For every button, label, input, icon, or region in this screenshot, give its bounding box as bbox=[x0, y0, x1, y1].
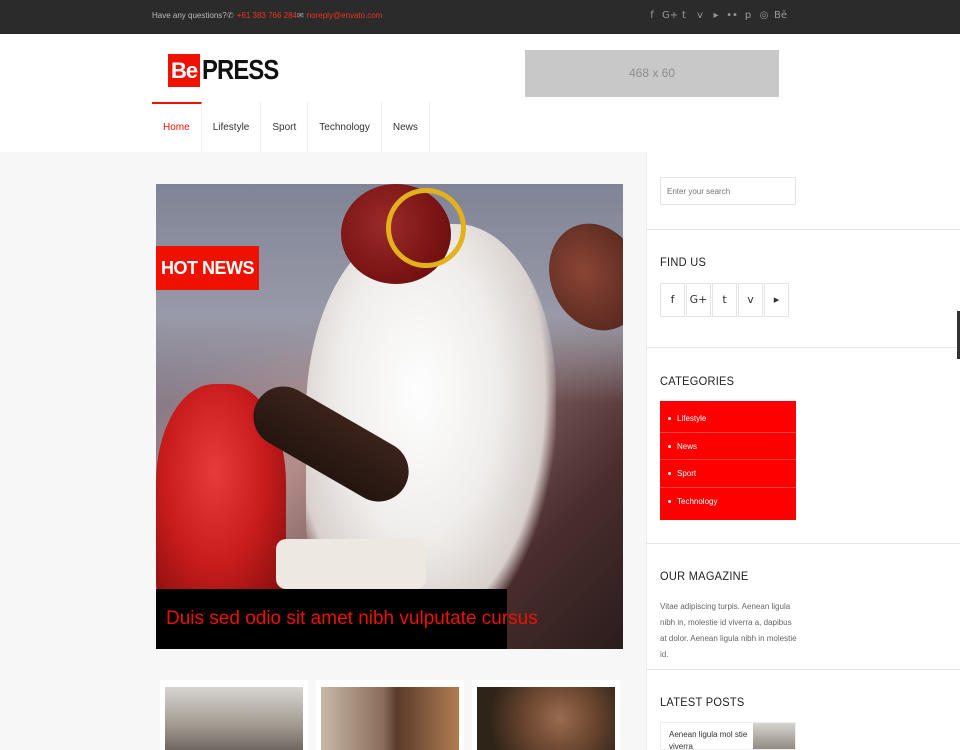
nav-item-home[interactable]: Home bbox=[152, 102, 202, 152]
ad-banner[interactable]: 468 x 60 bbox=[525, 50, 779, 97]
google-plus-icon[interactable]: G+ bbox=[662, 9, 678, 23]
google-plus-icon[interactable]: G+ bbox=[686, 283, 711, 317]
categories-title: CATEGORIES bbox=[660, 374, 735, 388]
mail-icon: ✉ bbox=[297, 11, 304, 20]
top-bar: Have any questions? ✆ +61 383 766 284 ✉ no… bbox=[0, 0, 960, 34]
youtube-icon[interactable]: ▸ bbox=[764, 283, 789, 317]
latest-post-thumbnail bbox=[753, 723, 795, 749]
facebook-icon[interactable]: f bbox=[660, 283, 685, 317]
categories-list: Lifestyle News Sport Technology bbox=[660, 401, 796, 520]
hero-facemask bbox=[386, 188, 466, 268]
bullet-icon bbox=[668, 472, 671, 476]
hero-headline[interactable]: Duis sed odio sit amet nibh vulputate cu… bbox=[156, 589, 538, 649]
flickr-icon[interactable]: •• bbox=[726, 9, 738, 23]
twitter-icon[interactable]: t bbox=[712, 283, 737, 317]
post-card[interactable] bbox=[472, 680, 620, 750]
youtube-icon[interactable]: ▸ bbox=[710, 9, 722, 23]
contact-question: Have any questions? bbox=[152, 11, 227, 20]
sidebar-divider bbox=[646, 347, 960, 348]
sidebar-divider bbox=[646, 229, 960, 230]
contact-phone[interactable]: ✆ +61 383 766 284 bbox=[227, 11, 297, 20]
phone-icon: ✆ bbox=[227, 11, 234, 20]
pinterest-icon[interactable]: p bbox=[742, 9, 754, 23]
search-input[interactable] bbox=[660, 177, 796, 205]
main-nav: Home Lifestyle Sport Technology News bbox=[152, 102, 430, 152]
post-card[interactable] bbox=[160, 680, 308, 750]
bullet-icon bbox=[668, 444, 671, 448]
category-item-lifestyle[interactable]: Lifestyle bbox=[660, 405, 796, 433]
instagram-icon[interactable]: ◎ bbox=[758, 9, 770, 23]
post-thumbnail[interactable] bbox=[165, 687, 303, 750]
logo-be: Be bbox=[168, 53, 201, 87]
bullet-icon bbox=[668, 499, 671, 503]
nav-item-technology[interactable]: Technology bbox=[308, 102, 382, 152]
sidebar-divider bbox=[646, 669, 960, 670]
post-card[interactable] bbox=[316, 680, 464, 750]
category-item-technology[interactable]: Technology bbox=[660, 488, 796, 516]
nav-item-sport[interactable]: Sport bbox=[261, 102, 309, 152]
nav-item-news[interactable]: News bbox=[382, 102, 430, 152]
category-item-sport[interactable]: Sport bbox=[660, 460, 796, 488]
twitter-icon[interactable]: t bbox=[678, 9, 690, 23]
magazine-text: Vitae adipiscing turpis. Aenean ligula n… bbox=[660, 602, 797, 659]
magazine-title: OUR MAGAZINE bbox=[660, 569, 749, 583]
post-thumbnail[interactable] bbox=[321, 687, 459, 750]
post-thumbnail[interactable] bbox=[477, 687, 615, 750]
vimeo-icon[interactable]: v bbox=[694, 9, 706, 23]
find-us-title: FIND US bbox=[660, 255, 707, 269]
logo-press: PRESS bbox=[202, 54, 279, 85]
behance-icon[interactable]: Bē bbox=[774, 9, 787, 23]
find-us-icons: f G+ t v ▸ bbox=[660, 283, 790, 317]
bullet-icon bbox=[668, 417, 671, 421]
nav-item-lifestyle[interactable]: Lifestyle bbox=[202, 102, 262, 152]
site-logo[interactable]: Be PRESS bbox=[168, 53, 292, 87]
contact-email[interactable]: ✉ noreply@envato.com bbox=[297, 11, 382, 20]
latest-post-item[interactable]: Aenean ligula mol stie viverra bbox=[660, 722, 796, 750]
top-social-icons: f G+ t v ▸ •• p ◎ Bē bbox=[646, 9, 787, 23]
hero-pants bbox=[276, 539, 426, 589]
site-header: Be PRESS 468 x 60 Home Lifestyle Sport T… bbox=[0, 34, 960, 152]
sidebar-divider bbox=[646, 543, 960, 544]
latest-post-title: Aenean ligula mol stie viverra bbox=[669, 730, 748, 750]
category-item-news[interactable]: News bbox=[660, 433, 796, 460]
facebook-icon[interactable]: f bbox=[646, 9, 658, 23]
hot-news-badge[interactable]: HOT NEWS bbox=[156, 246, 259, 290]
vimeo-icon[interactable]: v bbox=[738, 283, 763, 317]
latest-posts-title: LATEST POSTS bbox=[660, 695, 745, 709]
